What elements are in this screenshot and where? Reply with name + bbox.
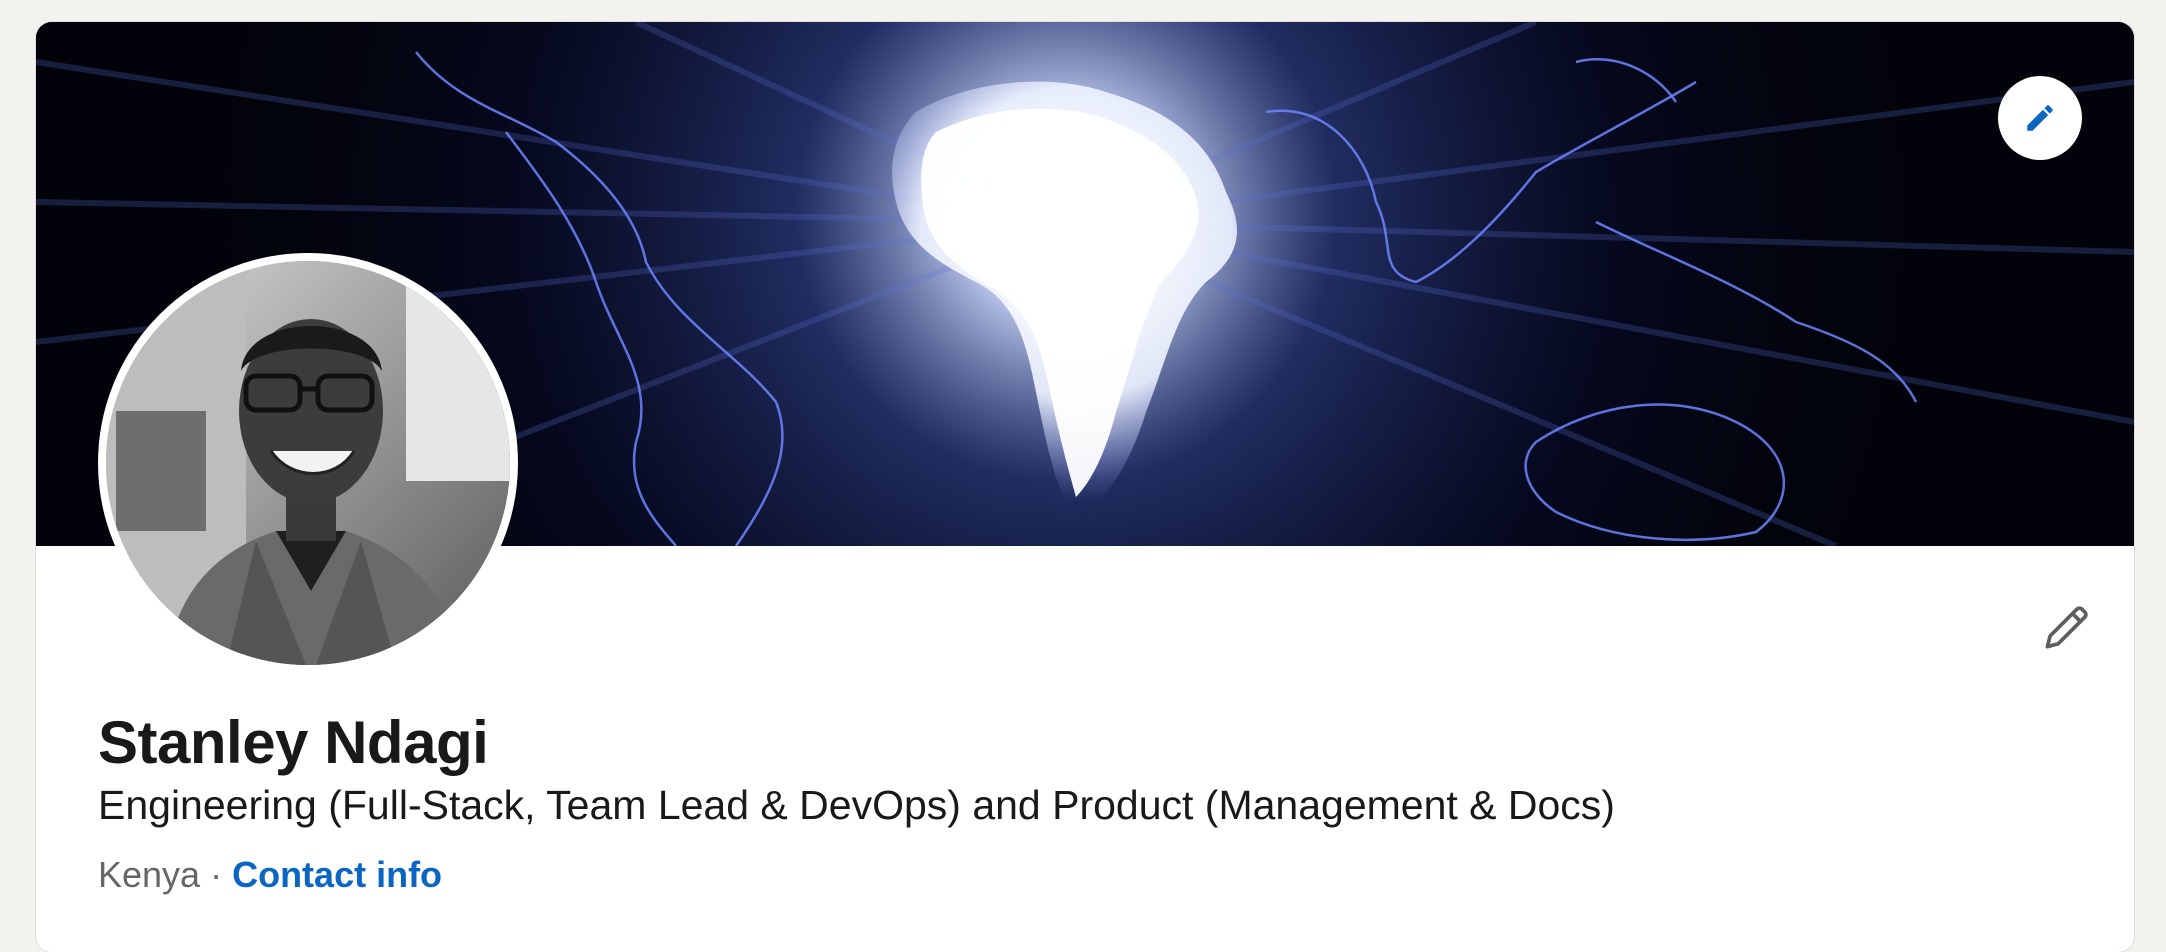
edit-intro-button[interactable] bbox=[2034, 596, 2098, 660]
pencil-icon bbox=[2045, 606, 2088, 649]
profile-photo[interactable] bbox=[98, 253, 518, 673]
profile-headline: Engineering (Full-Stack, Team Lead & Dev… bbox=[98, 782, 1615, 828]
profile-photo-image bbox=[106, 261, 510, 665]
profile-location: Kenya bbox=[98, 854, 201, 895]
separator-dot: · bbox=[210, 854, 223, 895]
contact-info-link[interactable]: Contact info bbox=[232, 854, 442, 895]
profile-card: Stanley Ndagi Engineering (Full-Stack, T… bbox=[36, 22, 2134, 952]
edit-banner-button[interactable] bbox=[1998, 76, 2082, 160]
profile-name: Stanley Ndagi bbox=[98, 709, 489, 776]
profile-meta: Kenya · Contact info bbox=[98, 854, 442, 896]
pencil-icon bbox=[2027, 105, 2053, 131]
